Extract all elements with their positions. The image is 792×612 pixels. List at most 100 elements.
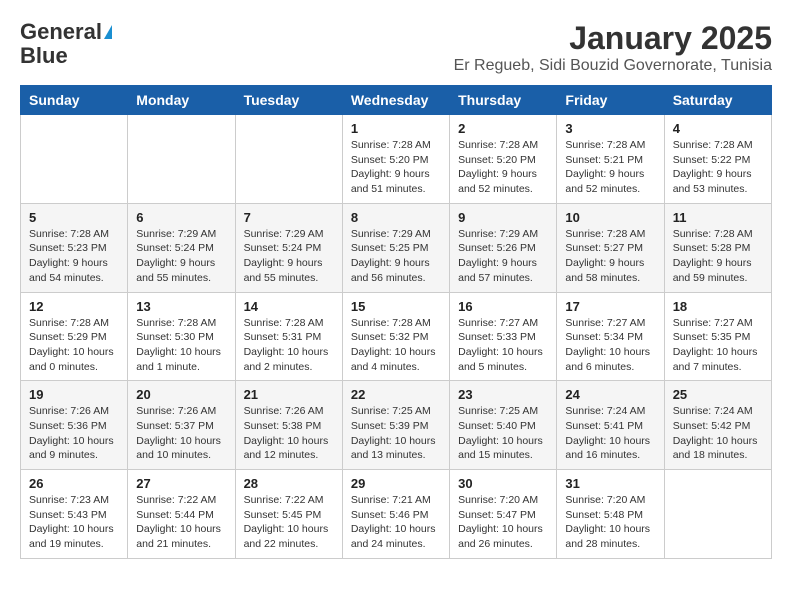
- calendar-body: 1 Sunrise: 7:28 AM Sunset: 5:20 PM Daylig…: [21, 115, 772, 559]
- day-number: 15: [351, 299, 441, 314]
- calendar-cell: 13Sunrise: 7:28 AM Sunset: 5:30 PM Dayli…: [128, 292, 235, 381]
- day-number: 20: [136, 387, 226, 402]
- calendar-cell: 22 Sunrise: 7:25 AM Sunset: 5:39 PM Dayli…: [342, 381, 449, 470]
- logo-blue: Blue: [20, 44, 68, 68]
- calendar-cell: 21 Sunrise: 7:26 AM Sunset: 5:38 PM Dayli…: [235, 381, 342, 470]
- calendar-cell: 15Sunrise: 7:28 AM Sunset: 5:32 PM Dayli…: [342, 292, 449, 381]
- day-number: 22: [351, 387, 441, 402]
- day-number: 17: [565, 299, 655, 314]
- day-info: Sunrise: 7:28 AM Sunset: 5:21 PM Dayligh…: [565, 138, 655, 197]
- day-info: Sunrise: 7:29 AM Sunset: 5:24 PM Dayligh…: [244, 227, 334, 286]
- calendar-cell: [21, 115, 128, 204]
- weekday-header-row: SundayMondayTuesdayWednesdayThursdayFrid…: [21, 86, 772, 115]
- logo: General Blue: [20, 20, 112, 68]
- day-info: Sunrise: 7:29 AM Sunset: 5:26 PM Dayligh…: [458, 227, 548, 286]
- day-info: Sunrise: 7:28 AM Sunset: 5:20 PM Dayligh…: [458, 138, 548, 197]
- calendar-cell: 8 Sunrise: 7:29 AM Sunset: 5:25 PM Daylig…: [342, 203, 449, 292]
- day-number: 31: [565, 476, 655, 491]
- calendar-cell: 27 Sunrise: 7:22 AM Sunset: 5:44 PM Dayli…: [128, 470, 235, 559]
- day-info: Sunrise: 7:27 AM Sunset: 5:33 PM Dayligh…: [458, 316, 548, 375]
- day-number: 14: [244, 299, 334, 314]
- day-number: 2: [458, 121, 548, 136]
- calendar-cell: 12 Sunrise: 7:28 AM Sunset: 5:29 PM Dayli…: [21, 292, 128, 381]
- calendar-cell: 3 Sunrise: 7:28 AM Sunset: 5:21 PM Daylig…: [557, 115, 664, 204]
- day-number: 6: [136, 210, 226, 225]
- calendar-cell: [235, 115, 342, 204]
- calendar-cell: 16 Sunrise: 7:27 AM Sunset: 5:33 PM Dayli…: [450, 292, 557, 381]
- weekday-header: Wednesday: [342, 86, 449, 115]
- calendar-cell: [664, 470, 771, 559]
- page-subtitle: Er Regueb, Sidi Bouzid Governorate, Tuni…: [454, 57, 772, 75]
- day-info: Sunrise: 7:20 AM Sunset: 5:47 PM Dayligh…: [458, 493, 548, 552]
- day-info: Sunrise: 7:21 AM Sunset: 5:46 PM Dayligh…: [351, 493, 441, 552]
- weekday-header: Sunday: [21, 86, 128, 115]
- day-info: Sunrise: 7:28 AM Sunset: 5:31 PM Dayligh…: [244, 316, 334, 375]
- calendar-cell: 1 Sunrise: 7:28 AM Sunset: 5:20 PM Daylig…: [342, 115, 449, 204]
- day-number: 3: [565, 121, 655, 136]
- calendar-cell: 11 Sunrise: 7:28 AM Sunset: 5:28 PM Dayli…: [664, 203, 771, 292]
- day-number: 18: [673, 299, 763, 314]
- calendar-cell: 25 Sunrise: 7:24 AM Sunset: 5:42 PM Dayli…: [664, 381, 771, 470]
- calendar-cell: 20Sunrise: 7:26 AM Sunset: 5:37 PM Dayli…: [128, 381, 235, 470]
- day-info: Sunrise: 7:25 AM Sunset: 5:40 PM Dayligh…: [458, 404, 548, 463]
- calendar-cell: 29Sunrise: 7:21 AM Sunset: 5:46 PM Dayli…: [342, 470, 449, 559]
- day-number: 23: [458, 387, 548, 402]
- day-info: Sunrise: 7:22 AM Sunset: 5:45 PM Dayligh…: [244, 493, 334, 552]
- calendar-cell: 14 Sunrise: 7:28 AM Sunset: 5:31 PM Dayli…: [235, 292, 342, 381]
- calendar-cell: 9Sunrise: 7:29 AM Sunset: 5:26 PM Daylig…: [450, 203, 557, 292]
- logo-general: General: [20, 20, 102, 44]
- day-number: 13: [136, 299, 226, 314]
- day-number: 12: [29, 299, 119, 314]
- day-number: 10: [565, 210, 655, 225]
- day-number: 21: [244, 387, 334, 402]
- day-info: Sunrise: 7:27 AM Sunset: 5:35 PM Dayligh…: [673, 316, 763, 375]
- calendar-week-row: 5Sunrise: 7:28 AM Sunset: 5:23 PM Daylig…: [21, 203, 772, 292]
- calendar-cell: 23 Sunrise: 7:25 AM Sunset: 5:40 PM Dayli…: [450, 381, 557, 470]
- day-number: 24: [565, 387, 655, 402]
- day-info: Sunrise: 7:26 AM Sunset: 5:36 PM Dayligh…: [29, 404, 119, 463]
- day-info: Sunrise: 7:28 AM Sunset: 5:29 PM Dayligh…: [29, 316, 119, 375]
- day-info: Sunrise: 7:29 AM Sunset: 5:25 PM Dayligh…: [351, 227, 441, 286]
- calendar-cell: 10 Sunrise: 7:28 AM Sunset: 5:27 PM Dayli…: [557, 203, 664, 292]
- day-info: Sunrise: 7:25 AM Sunset: 5:39 PM Dayligh…: [351, 404, 441, 463]
- day-info: Sunrise: 7:28 AM Sunset: 5:27 PM Dayligh…: [565, 227, 655, 286]
- calendar-week-row: 19 Sunrise: 7:26 AM Sunset: 5:36 PM Dayli…: [21, 381, 772, 470]
- day-info: Sunrise: 7:28 AM Sunset: 5:20 PM Dayligh…: [351, 138, 441, 197]
- day-number: 4: [673, 121, 763, 136]
- day-info: Sunrise: 7:24 AM Sunset: 5:41 PM Dayligh…: [565, 404, 655, 463]
- day-number: 25: [673, 387, 763, 402]
- day-number: 7: [244, 210, 334, 225]
- calendar-cell: 17 Sunrise: 7:27 AM Sunset: 5:34 PM Dayli…: [557, 292, 664, 381]
- calendar-cell: 2 Sunrise: 7:28 AM Sunset: 5:20 PM Daylig…: [450, 115, 557, 204]
- day-info: Sunrise: 7:28 AM Sunset: 5:22 PM Dayligh…: [673, 138, 763, 197]
- page-title: January 2025: [454, 20, 772, 57]
- day-number: 1: [351, 121, 441, 136]
- day-info: Sunrise: 7:28 AM Sunset: 5:28 PM Dayligh…: [673, 227, 763, 286]
- title-block: January 2025 Er Regueb, Sidi Bouzid Gove…: [454, 20, 772, 75]
- calendar-cell: 30 Sunrise: 7:20 AM Sunset: 5:47 PM Dayli…: [450, 470, 557, 559]
- day-number: 11: [673, 210, 763, 225]
- day-number: 19: [29, 387, 119, 402]
- calendar-header: SundayMondayTuesdayWednesdayThursdayFrid…: [21, 86, 772, 115]
- calendar-week-row: 1 Sunrise: 7:28 AM Sunset: 5:20 PM Daylig…: [21, 115, 772, 204]
- day-number: 16: [458, 299, 548, 314]
- weekday-header: Thursday: [450, 86, 557, 115]
- day-number: 8: [351, 210, 441, 225]
- calendar-table: SundayMondayTuesdayWednesdayThursdayFrid…: [20, 85, 772, 559]
- calendar-cell: 31 Sunrise: 7:20 AM Sunset: 5:48 PM Dayli…: [557, 470, 664, 559]
- day-info: Sunrise: 7:29 AM Sunset: 5:24 PM Dayligh…: [136, 227, 226, 286]
- day-info: Sunrise: 7:20 AM Sunset: 5:48 PM Dayligh…: [565, 493, 655, 552]
- weekday-header: Saturday: [664, 86, 771, 115]
- day-info: Sunrise: 7:27 AM Sunset: 5:34 PM Dayligh…: [565, 316, 655, 375]
- weekday-header: Friday: [557, 86, 664, 115]
- day-number: 30: [458, 476, 548, 491]
- day-number: 27: [136, 476, 226, 491]
- day-info: Sunrise: 7:26 AM Sunset: 5:38 PM Dayligh…: [244, 404, 334, 463]
- calendar-cell: 28Sunrise: 7:22 AM Sunset: 5:45 PM Dayli…: [235, 470, 342, 559]
- calendar-week-row: 26Sunrise: 7:23 AM Sunset: 5:43 PM Dayli…: [21, 470, 772, 559]
- day-info: Sunrise: 7:24 AM Sunset: 5:42 PM Dayligh…: [673, 404, 763, 463]
- day-info: Sunrise: 7:22 AM Sunset: 5:44 PM Dayligh…: [136, 493, 226, 552]
- day-number: 5: [29, 210, 119, 225]
- weekday-header: Monday: [128, 86, 235, 115]
- calendar-cell: 4 Sunrise: 7:28 AM Sunset: 5:22 PM Daylig…: [664, 115, 771, 204]
